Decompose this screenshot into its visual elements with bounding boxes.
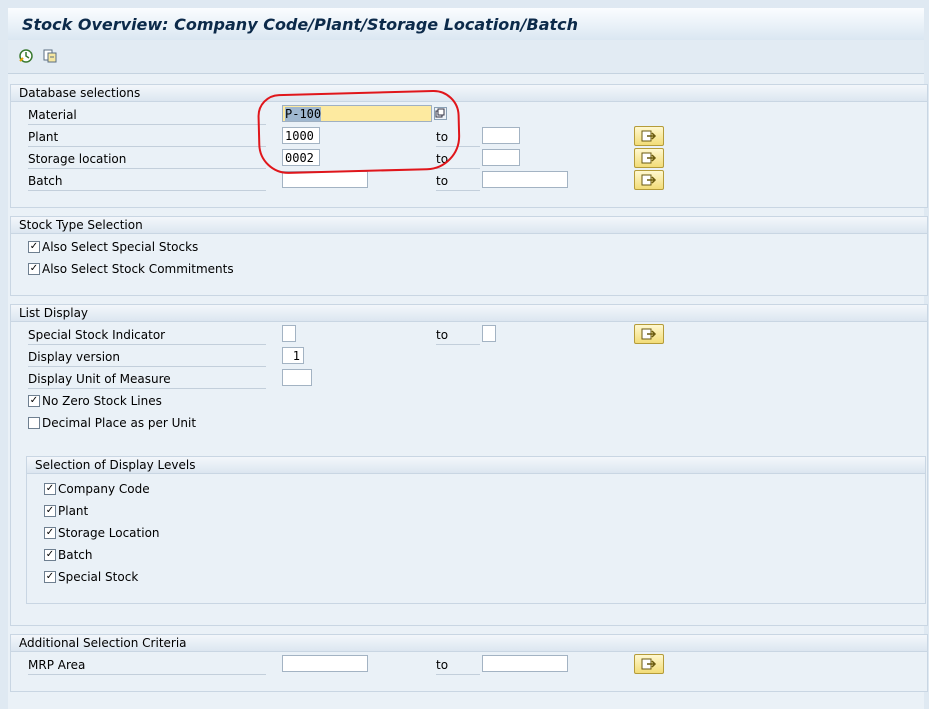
batch-level-label: Batch [58,548,93,562]
special-stock-indicator-label: Special Stock Indicator [28,326,266,345]
group-title: Database selections [11,85,927,102]
page-title: Stock Overview: Company Code/Plant/Stora… [22,15,579,34]
stock-type-selection-group: Stock Type Selection [10,216,928,296]
plant-level-label: Plant [58,504,89,518]
batch-from-field[interactable] [282,171,368,188]
batch-label: Batch [28,172,266,191]
decimal-place-label: Decimal Place as per Unit [42,416,197,430]
multiple-selection-arrow-icon [641,152,657,164]
group-title: List Display [11,305,927,322]
display-uom-field[interactable] [282,369,312,386]
display-levels-group: Selection of Display Levels [26,456,926,604]
storage-location-from-field[interactable]: 0002 [282,149,320,166]
group-title: Additional Selection Criteria [11,635,927,652]
stock-commitments-checkbox[interactable]: ✓ [28,263,40,275]
storage-location-level-label: Storage Location [58,526,160,540]
mrp-area-to-field[interactable] [482,655,568,672]
special-stocks-label: Also Select Special Stocks [42,240,199,254]
get-variant-icon[interactable] [40,46,60,66]
display-version-field[interactable]: 1 [282,347,304,364]
storage-location-level-checkbox[interactable]: ✓ [44,527,56,539]
storage-location-to-label: to [436,150,480,169]
special-stock-level-checkbox[interactable]: ✓ [44,571,56,583]
batch-to-label: to [436,172,480,191]
plant-level-checkbox[interactable]: ✓ [44,505,56,517]
special-stock-level-label: Special Stock [58,570,139,584]
mrp-area-label: MRP Area [28,656,266,675]
special-stock-indicator-from-field[interactable] [282,325,296,342]
plant-to-field[interactable] [482,127,520,144]
batch-to-field[interactable] [482,171,568,188]
storage-location-multiple-selection-button[interactable] [634,148,664,168]
batch-level-checkbox[interactable]: ✓ [44,549,56,561]
company-code-level-label: Company Code [58,482,150,496]
special-stock-indicator-to-field[interactable] [482,325,496,342]
material-label: Material [28,106,266,125]
mrp-area-from-field[interactable] [282,655,368,672]
group-title: Stock Type Selection [11,217,927,234]
multiple-selection-arrow-icon [641,658,657,670]
company-code-level-checkbox[interactable]: ✓ [44,483,56,495]
mrp-area-to-label: to [436,656,480,675]
execute-clock-icon[interactable] [16,46,36,66]
plant-label: Plant [28,128,266,147]
special-stock-indicator-to-label: to [436,326,480,345]
material-field[interactable]: P-100 [282,105,432,122]
mrp-area-multiple-selection-button[interactable] [634,654,664,674]
multiple-selection-arrow-icon [641,174,657,186]
material-value: P-100 [285,107,322,121]
plant-to-label: to [436,128,480,147]
value-help-icon[interactable] [434,107,447,120]
special-stocks-checkbox[interactable]: ✓ [28,241,40,253]
decimal-place-checkbox[interactable] [28,417,40,429]
storage-location-to-field[interactable] [482,149,520,166]
special-stock-multiple-selection-button[interactable] [634,324,664,344]
display-version-label: Display version [28,348,266,367]
multiple-selection-arrow-icon [641,130,657,142]
batch-multiple-selection-button[interactable] [634,170,664,190]
title-bar: Stock Overview: Company Code/Plant/Stora… [8,8,924,41]
display-uom-label: Display Unit of Measure [28,370,266,389]
plant-multiple-selection-button[interactable] [634,126,664,146]
multiple-selection-arrow-icon [641,328,657,340]
plant-from-field[interactable]: 1000 [282,127,320,144]
storage-location-label: Storage location [28,150,266,169]
stock-commitments-label: Also Select Stock Commitments [42,262,234,276]
application-toolbar [8,40,924,74]
no-zero-stock-lines-checkbox[interactable]: ✓ [28,395,40,407]
no-zero-stock-lines-label: No Zero Stock Lines [42,394,162,408]
group-title: Selection of Display Levels [27,457,925,474]
